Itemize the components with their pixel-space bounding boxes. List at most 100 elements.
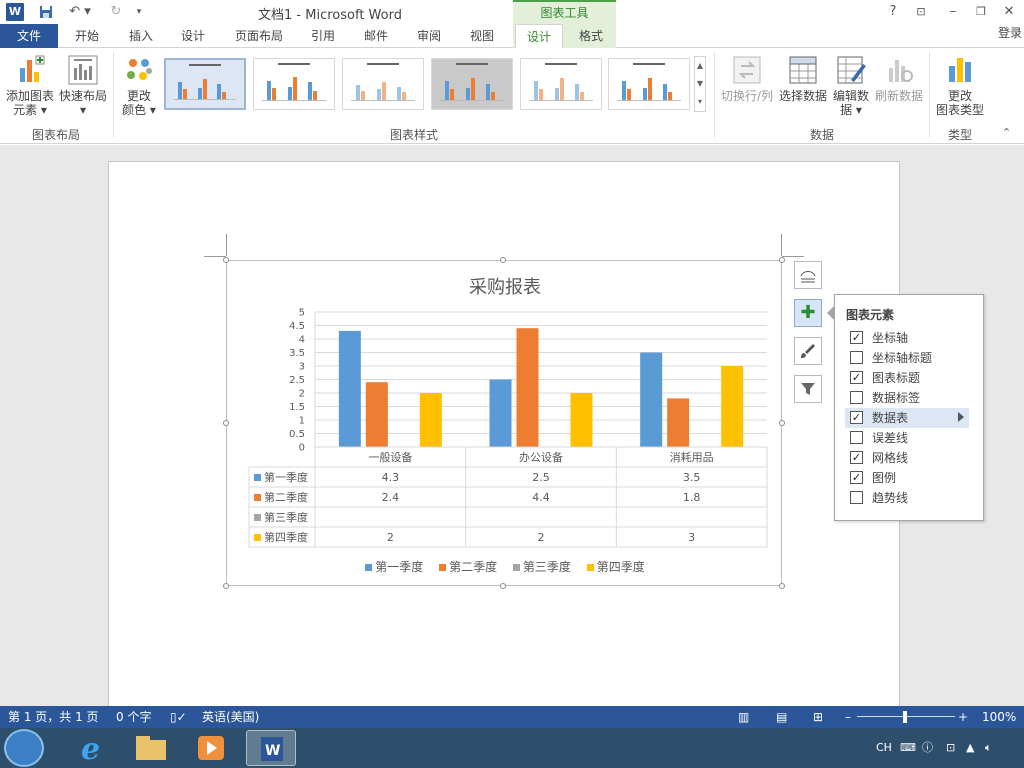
help-tray-icon[interactable]: ⓘ — [922, 728, 933, 768]
read-mode-icon[interactable]: ▥ — [738, 706, 749, 728]
file-explorer-icon[interactable] — [126, 730, 176, 766]
resize-handle[interactable] — [223, 420, 229, 426]
resize-handle[interactable] — [500, 583, 506, 589]
tab-file[interactable]: 文件 — [0, 24, 58, 48]
gallery-down-icon[interactable]: ▼ — [695, 75, 705, 93]
chart-style-6[interactable] — [608, 58, 690, 110]
chart-filters-button[interactable] — [794, 375, 822, 403]
checkbox[interactable]: ✓ — [850, 411, 863, 424]
checkbox[interactable]: ✓ — [850, 371, 863, 384]
checkbox[interactable] — [850, 491, 863, 504]
flyout-item-axes[interactable]: ✓ 坐标轴 — [845, 328, 969, 348]
select-data-button[interactable]: 选择数据 — [776, 54, 830, 114]
internet-explorer-icon[interactable]: e — [66, 730, 116, 767]
tab-mailings[interactable]: 邮件 — [353, 24, 399, 48]
refresh-data-button[interactable]: 刷新数据 — [872, 54, 926, 114]
show-hidden-icons[interactable]: ▲ — [966, 728, 974, 768]
resize-handle[interactable] — [223, 257, 229, 263]
tab-design[interactable]: 设计 — [170, 24, 216, 48]
gallery-more-icon[interactable]: ▾ — [695, 93, 705, 111]
word-taskbar-icon[interactable]: W — [246, 730, 296, 766]
redo-icon[interactable]: ↻ — [106, 2, 126, 22]
customize-qat-icon[interactable]: ▾ — [132, 2, 146, 22]
media-player-icon[interactable] — [186, 730, 236, 766]
proofing-icon[interactable]: ▯✓ — [170, 706, 187, 728]
print-layout-icon[interactable]: ▤ — [776, 706, 787, 728]
gallery-scroll[interactable]: ▲ ▼ ▾ — [694, 56, 706, 112]
ime-indicator[interactable]: CH — [876, 728, 892, 768]
quick-layout-button[interactable]: 快速布局 ▾ — [58, 54, 108, 126]
tab-home[interactable]: 开始 — [64, 24, 110, 48]
data-table-key — [254, 494, 261, 501]
page-count[interactable]: 第 1 页，共 1 页 — [8, 706, 99, 728]
resize-handle[interactable] — [779, 257, 785, 263]
gallery-up-icon[interactable]: ▲ — [695, 57, 705, 75]
tab-page-layout[interactable]: 页面布局 — [226, 24, 292, 48]
resize-handle[interactable] — [500, 257, 506, 263]
add-chart-element-button[interactable]: 添加图表 元素 ▾ — [4, 54, 56, 126]
chart-style-4[interactable] — [431, 58, 513, 110]
zoom-slider-thumb[interactable] — [903, 711, 907, 723]
restore-icon[interactable]: ❐ — [969, 2, 993, 22]
checkbox[interactable]: ✓ — [850, 331, 863, 344]
chart-legend[interactable]: 第一季度 第二季度 第三季度 第四季度 — [227, 558, 783, 575]
network-icon[interactable]: ⊡ — [946, 728, 955, 768]
help-button[interactable]: ? — [881, 2, 905, 22]
switch-row-column-button[interactable]: 切换行/列 — [718, 54, 776, 114]
volume-icon[interactable]: 🔈︎ — [985, 728, 992, 768]
ribbon-display-options-icon[interactable]: ⊡ — [909, 2, 933, 22]
chart-plot[interactable]: 0 0.5 1 1.5 2 2.5 3 3.5 4 4.5 5 一般设备 办公设备 消耗用品第一季度 4.3… — [227, 261, 783, 551]
change-chart-type-button[interactable]: 更改 图表类型 — [932, 54, 988, 126]
checkbox[interactable] — [850, 431, 863, 444]
palette-icon — [127, 59, 152, 80]
keyboard-icon[interactable]: ⌨ — [900, 728, 916, 768]
zoom-in-icon[interactable]: + — [958, 706, 968, 728]
y-tick-label: 2.5 — [289, 375, 305, 386]
checkbox[interactable]: ✓ — [850, 471, 863, 484]
resize-handle[interactable] — [779, 420, 785, 426]
minimize-icon[interactable]: – — [941, 2, 965, 22]
resize-handle[interactable] — [779, 583, 785, 589]
tab-chart-format[interactable]: 格式 — [567, 24, 615, 48]
flyout-item-trendline[interactable]: 趋势线 — [845, 488, 969, 508]
flyout-item-legend[interactable]: ✓ 图例 — [845, 468, 969, 488]
collapse-ribbon-icon[interactable]: ⌃ — [1002, 126, 1011, 139]
word-count[interactable]: 0 个字 — [116, 706, 151, 728]
flyout-item-data-labels[interactable]: 数据标签 — [845, 388, 969, 408]
chart-style-5[interactable] — [520, 58, 602, 110]
flyout-item-data-table[interactable]: ✓ 数据表 — [845, 408, 969, 428]
edit-data-button[interactable]: 编辑数 据 ▾ — [830, 54, 872, 126]
submenu-arrow-icon[interactable] — [958, 412, 964, 422]
resize-handle[interactable] — [223, 583, 229, 589]
tab-chart-design[interactable]: 设计 — [515, 24, 563, 49]
checkbox[interactable]: ✓ — [850, 451, 863, 464]
layout-options-button[interactable] — [794, 261, 822, 289]
tab-insert[interactable]: 插入 — [118, 24, 164, 48]
sign-in-link[interactable]: 登录 — [998, 24, 1022, 48]
save-icon[interactable] — [36, 2, 56, 22]
chart-styles-button[interactable] — [794, 337, 822, 365]
chart-style-2[interactable] — [253, 58, 335, 110]
chart[interactable]: 采购报表 0 0.5 1 1.5 2 2.5 3 3.5 4 4.5 5 一般设备 办公设备 消耗用品 第一… — [226, 260, 782, 586]
zoom-level[interactable]: 100% — [982, 706, 1016, 728]
flyout-item-axis-titles[interactable]: 坐标轴标题 — [845, 348, 969, 368]
web-layout-icon[interactable]: ⊞ — [813, 706, 823, 728]
tab-references[interactable]: 引用 — [300, 24, 346, 48]
chart-style-1[interactable] — [164, 58, 246, 110]
close-icon[interactable]: ✕ — [997, 2, 1021, 22]
chart-elements-button[interactable]: ✚ — [794, 299, 822, 327]
flyout-item-gridlines[interactable]: ✓ 网格线 — [845, 448, 969, 468]
change-colors-button[interactable]: 更改 颜色 ▾ — [118, 54, 160, 126]
flyout-item-chart-title[interactable]: ✓ 图表标题 — [845, 368, 969, 388]
chart-style-3[interactable] — [342, 58, 424, 110]
tab-view[interactable]: 视图 — [459, 24, 505, 48]
start-button[interactable] — [4, 729, 44, 767]
checkbox[interactable] — [850, 351, 863, 364]
language-indicator[interactable]: 英语(美国) — [202, 706, 259, 728]
checkbox[interactable] — [850, 391, 863, 404]
tab-review[interactable]: 审阅 — [406, 24, 452, 48]
flyout-item-error-bars[interactable]: 误差线 — [845, 428, 969, 448]
undo-icon[interactable]: ↶ ▾ — [66, 2, 94, 22]
legend-label: 第一季度 — [375, 560, 424, 574]
zoom-out-icon[interactable]: – — [845, 706, 851, 728]
